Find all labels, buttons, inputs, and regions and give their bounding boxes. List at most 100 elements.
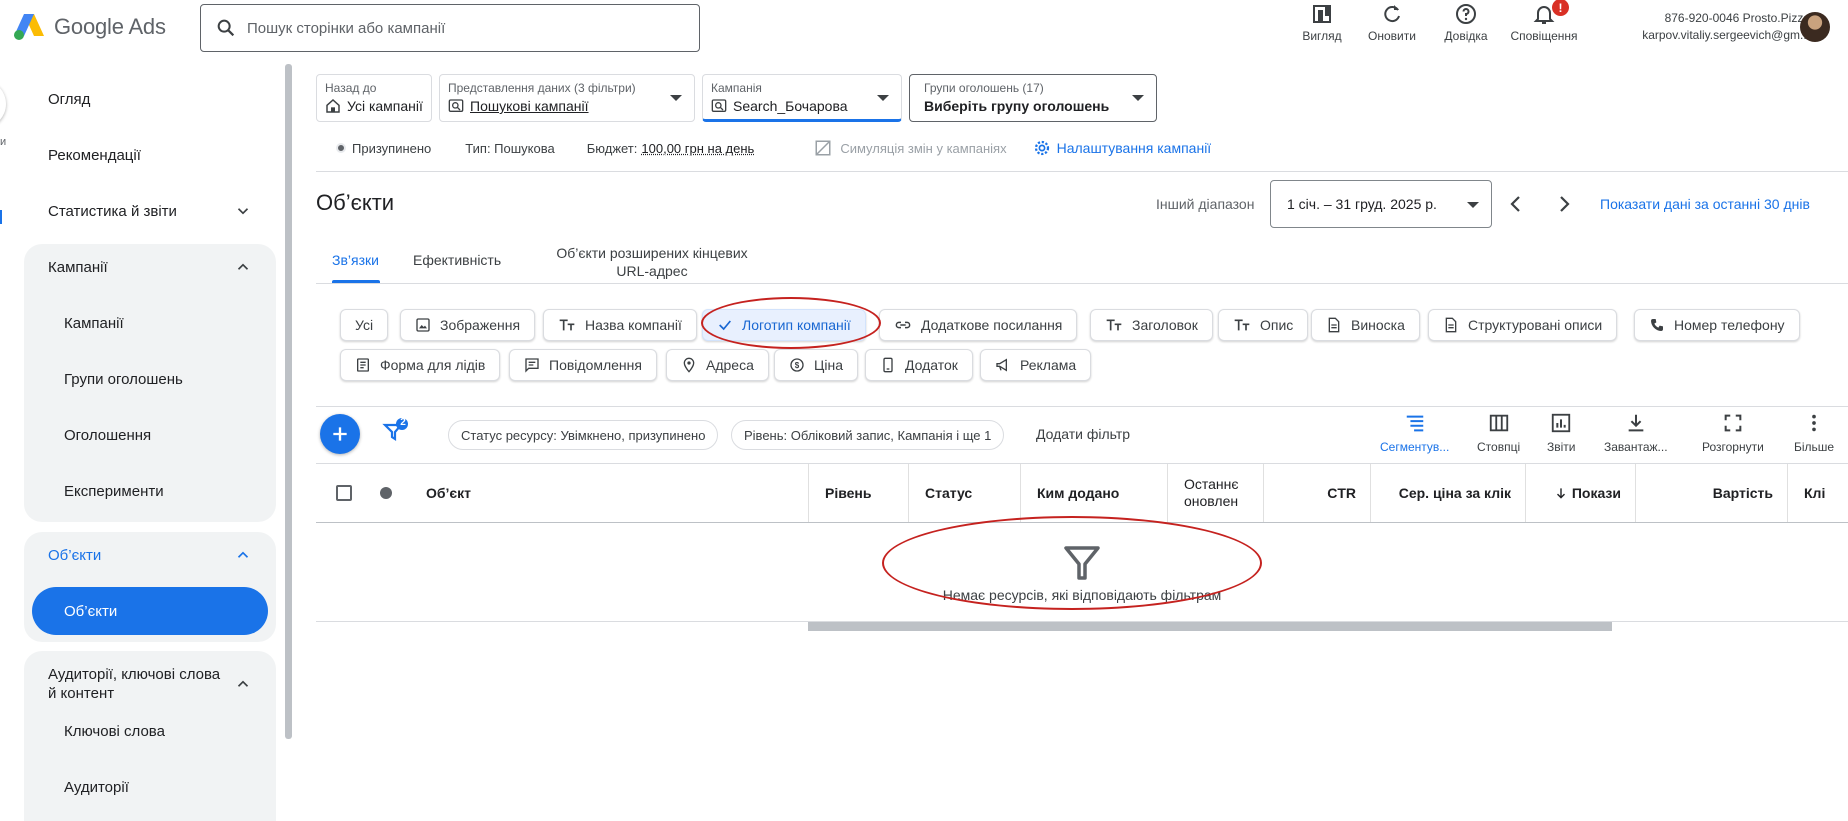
chevron-left-icon[interactable]	[1506, 192, 1526, 216]
add-filter-button[interactable]: Додати фільтр	[1036, 426, 1130, 442]
search-input[interactable]	[247, 19, 687, 37]
column-header-last-updated[interactable]: Останнє оновлен	[1167, 464, 1263, 522]
sidebar-item-keywords[interactable]: Ключові слова	[24, 703, 276, 759]
reports-button[interactable]: Звіти	[1547, 412, 1576, 454]
account-email: karpov.vitaliy.sergeevich@gm...	[1642, 28, 1810, 42]
sidebar-item-ads[interactable]: Оголошення	[24, 407, 276, 463]
columns-label: Стовпці	[1477, 440, 1521, 454]
chevron-up-icon	[237, 551, 249, 558]
chip-price[interactable]: $ Ціна	[774, 349, 858, 381]
filter-button[interactable]: 2	[382, 417, 408, 444]
sidebar-scrollbar[interactable]	[285, 64, 292, 739]
chip-label: Структуровані описи	[1468, 317, 1603, 333]
column-header-impressions[interactable]: Покази	[1525, 464, 1635, 522]
page-title: Об’єкти	[316, 190, 395, 215]
paused-status-icon	[336, 143, 346, 153]
chip-structured-snippets[interactable]: Структуровані описи	[1428, 309, 1618, 341]
column-header-avg-cpc[interactable]: Сер. ціна за клік	[1370, 464, 1525, 522]
view-selector[interactable]: Представлення даних (3 фільтри) Пошукові…	[439, 74, 695, 122]
chip-address[interactable]: Адреса	[666, 349, 769, 381]
sidebar-item-label: Об’єкти	[48, 546, 102, 564]
sidebar-section-campaigns[interactable]: Кампанії	[24, 239, 276, 295]
date-range-label: Інший діапазон	[1156, 196, 1255, 212]
sidebar-item-stats[interactable]: Статистика й звіти	[24, 183, 276, 239]
chip-label: Реклама	[1020, 357, 1077, 373]
more-button[interactable]: Більше	[1794, 412, 1834, 454]
notifications-button[interactable]: ! Сповіщення	[1508, 0, 1580, 48]
chip-phone[interactable]: Номер телефону	[1634, 309, 1800, 341]
column-header-status[interactable]: Статус	[908, 464, 1020, 522]
chip-label: Опис	[1260, 317, 1294, 333]
chip-promotion[interactable]: Реклама	[980, 349, 1092, 381]
account-info[interactable]: 876-920-0046 Prosto.Pizza karpov.vitaliy…	[1595, 10, 1810, 44]
download-button[interactable]: Завантаж...	[1604, 412, 1668, 454]
budget-value[interactable]: 100,00 грн на день	[641, 141, 754, 156]
select-all-checkbox[interactable]	[336, 485, 352, 501]
search-box[interactable]	[200, 4, 700, 52]
chip-headline[interactable]: Заголовок	[1090, 309, 1213, 341]
campaign-selector[interactable]: Кампанія Search_Бочарова	[702, 74, 902, 122]
help-button[interactable]: Довідка	[1430, 2, 1502, 48]
columns-button[interactable]: Стовпці	[1477, 412, 1520, 454]
refresh-button[interactable]: Оновити	[1356, 2, 1428, 48]
chevron-right-icon[interactable]	[1554, 192, 1574, 216]
chip-images[interactable]: Зображення	[400, 309, 536, 341]
download-label: Завантаж...	[1604, 440, 1668, 454]
column-header-level[interactable]: Рівень	[808, 464, 908, 522]
avatar[interactable]	[1800, 12, 1830, 42]
chip-message[interactable]: Повідомлення	[509, 349, 657, 381]
chip-lead-form[interactable]: Форма для лідів	[340, 349, 501, 381]
sidebar-item-overview[interactable]: Огляд	[24, 71, 276, 127]
column-header-clicks[interactable]: Клі	[1787, 464, 1848, 522]
simulation-link[interactable]: Симуляція змін у кампаніях	[840, 141, 1006, 156]
segment-button[interactable]: Сегментув...	[1380, 412, 1449, 454]
sidebar-section-assets[interactable]: Об’єкти	[24, 527, 276, 583]
tab-performance[interactable]: Ефективність	[413, 251, 501, 269]
ad-group-selector[interactable]: Групи оголошень (17) Виберіть групу огол…	[909, 74, 1157, 122]
table-horizontal-scrollbar[interactable]	[808, 622, 1612, 631]
expand-button[interactable]: Розгорнути	[1702, 412, 1764, 454]
dropdown-arrow-icon	[1467, 202, 1479, 208]
phone-icon	[1651, 319, 1663, 331]
more-label: Більше	[1794, 440, 1835, 454]
chip-sitelink[interactable]: Додаткове посилання	[879, 309, 1078, 341]
last-30-days-link[interactable]: Показати дані за останні 30 днів	[1600, 196, 1810, 212]
chip-callout[interactable]: Виноска	[1311, 309, 1420, 341]
date-range-picker[interactable]: 1 січ. – 31 груд. 2025 р.	[1270, 180, 1492, 228]
campaign-settings-link[interactable]: Налаштування кампанії	[1057, 140, 1212, 156]
sidebar-item-experiments[interactable]: Експерименти	[24, 463, 276, 519]
appearance-button[interactable]: Вигляд	[1286, 2, 1358, 48]
back-caption: Назад до	[325, 81, 377, 95]
back-to-selector[interactable]: Назад до Усі кампанії	[316, 74, 432, 122]
column-header-cost[interactable]: Вартість	[1635, 464, 1787, 522]
chip-label: Повідомлення	[549, 357, 642, 373]
chip-label: Додаток	[905, 357, 958, 373]
chip-label: Виноска	[1351, 317, 1405, 333]
sidebar-item-ad-groups[interactable]: Групи оголошень	[24, 351, 276, 407]
sidebar-item-recommendations[interactable]: Рекомендації	[24, 127, 276, 183]
message-icon	[525, 358, 539, 373]
chip-business-name[interactable]: Назва компанії	[543, 309, 697, 341]
sidebar-item-campaigns[interactable]: Кампанії	[24, 295, 276, 351]
tab-final-url-assets[interactable]: Об’єкти розширених кінцевих URL-адрес	[542, 244, 762, 280]
sidebar-item-audiences[interactable]: Аудиторії	[24, 759, 276, 815]
tab-associations[interactable]: Зв’язки	[332, 251, 379, 269]
chip-all[interactable]: Усі	[340, 309, 389, 341]
sidebar-item-label: Рекомендації	[48, 146, 141, 164]
column-header-ctr[interactable]: CTR	[1263, 464, 1370, 522]
chevron-up-icon	[237, 263, 249, 270]
impressions-label: Покази	[1571, 485, 1621, 501]
annotation-ellipse-empty-state	[882, 516, 1262, 610]
add-asset-button[interactable]	[320, 414, 360, 454]
chip-app[interactable]: Додаток	[865, 349, 973, 381]
chip-description[interactable]: Опис	[1218, 309, 1309, 341]
column-header-asset[interactable]: Об’єкт	[426, 464, 738, 522]
column-header-added-by[interactable]: Ким додано	[1020, 464, 1167, 522]
google-ads-logo[interactable]: Google Ads	[12, 12, 166, 42]
rail-toggle[interactable]	[0, 80, 6, 128]
campaign-caption: Кампанія	[711, 81, 762, 95]
filter-pill-status[interactable]: Статус ресурсу: Увімкнено, призупинено	[448, 420, 719, 450]
filter-pill-level[interactable]: Рівень: Обліковий запис, Кампанія і ще 1	[731, 420, 1005, 450]
campaign-value: Search_Бочарова	[733, 98, 848, 114]
sidebar-item-label: Аудиторії, ключові слова й контент	[48, 666, 221, 702]
